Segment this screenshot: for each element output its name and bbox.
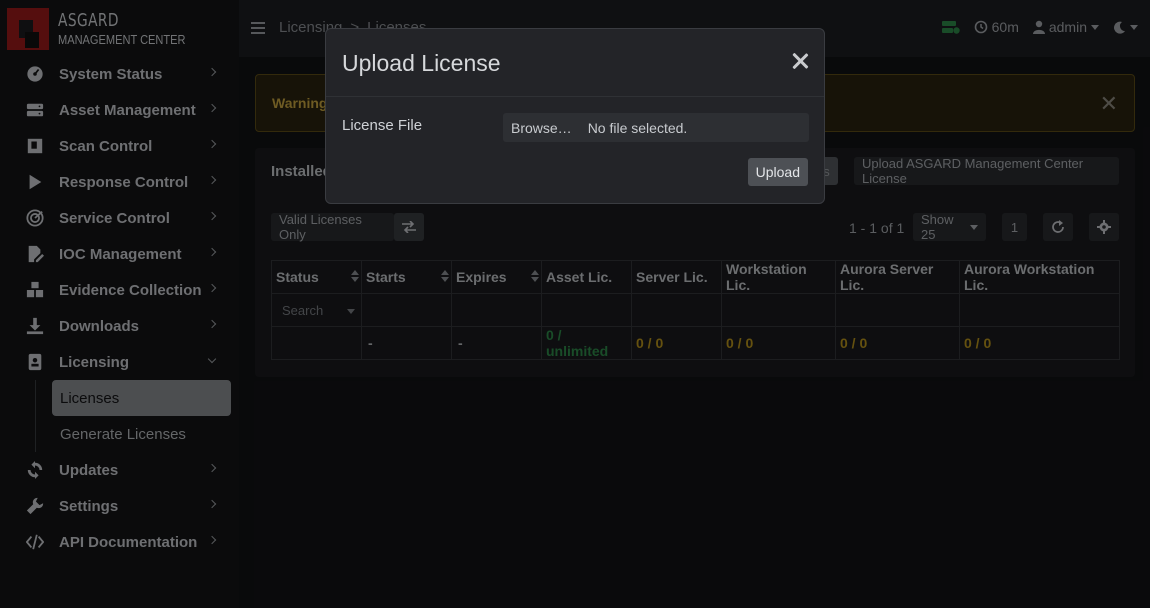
- close-icon[interactable]: [790, 51, 810, 71]
- license-file-input[interactable]: Browse… No file selected.: [503, 113, 809, 142]
- upload-license-modal: Upload License License File Browse… No f…: [325, 28, 825, 204]
- upload-button[interactable]: Upload: [747, 158, 808, 186]
- modal-title: Upload License: [342, 50, 501, 76]
- file-status-text: No file selected.: [587, 119, 688, 136]
- modal-header: Upload License: [326, 29, 824, 97]
- browse-button[interactable]: Browse…: [503, 120, 588, 136]
- license-file-label: License File: [342, 117, 423, 134]
